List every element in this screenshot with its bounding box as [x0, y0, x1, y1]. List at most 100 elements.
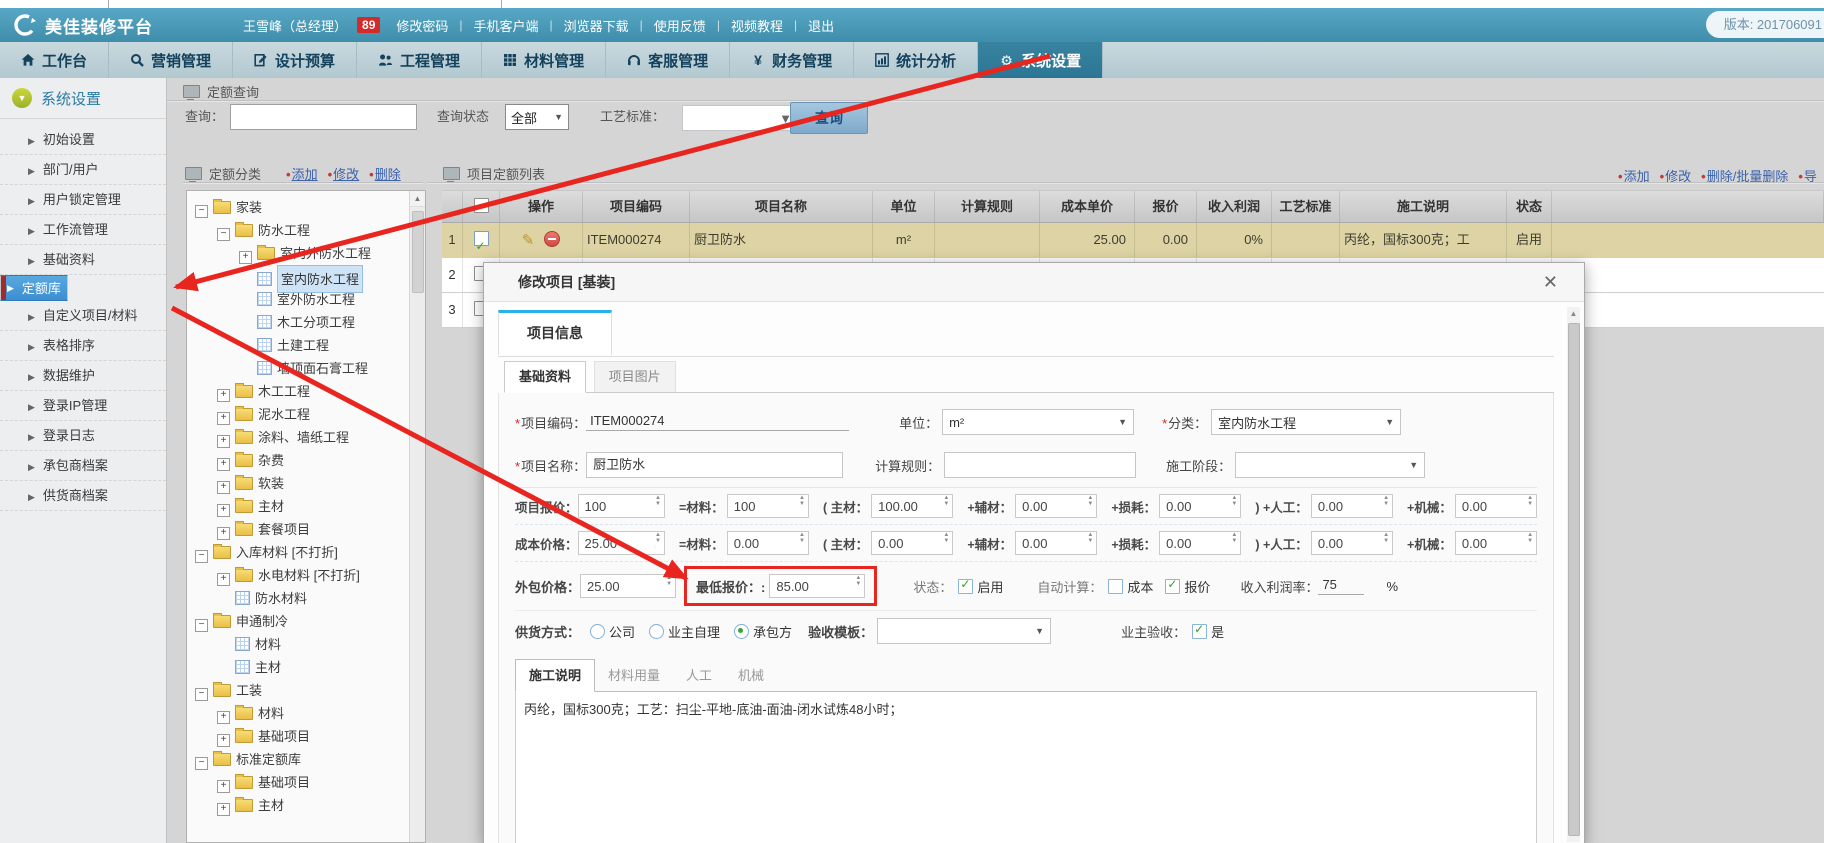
tree-node-label[interactable]: 家装	[236, 200, 262, 215]
tree-node[interactable]: − 标准定额库	[187, 748, 410, 771]
tree-node-label[interactable]: 基础项目	[258, 775, 310, 790]
desc-tab[interactable]: 材料用量	[595, 660, 673, 691]
tree-node-label[interactable]: 涂料、墙纸工程	[258, 430, 349, 445]
tree-node-label[interactable]: 软装	[258, 476, 284, 491]
number-stepper[interactable]: 0.00▲▼	[1015, 494, 1097, 518]
search-button[interactable]: 查询	[790, 102, 868, 134]
sidebar-item[interactable]: ▶登录IP管理	[0, 391, 166, 421]
spinner-arrows-icon[interactable]: ▲▼	[655, 533, 661, 544]
tree-node[interactable]: 木工分项工程	[187, 311, 410, 334]
spinner-arrows-icon[interactable]: ▲▼	[799, 496, 805, 507]
collapse-icon[interactable]: −	[195, 688, 208, 701]
sidebar-item[interactable]: ▶部门/用户	[0, 155, 166, 185]
tree-node[interactable]: − 家装	[187, 196, 410, 219]
tree-scrollbar[interactable]: ▲	[409, 191, 425, 842]
nav-tab[interactable]: 客服管理	[606, 42, 730, 78]
select-all-checkbox[interactable]	[474, 198, 489, 213]
subtab-basic-info[interactable]: 基础资料	[504, 361, 586, 393]
tree-node[interactable]: 墙顶面石膏工程	[187, 357, 410, 380]
tree-node[interactable]: +涂料、墙纸工程	[187, 426, 410, 449]
profit-rate-input[interactable]: 75	[1318, 577, 1364, 595]
tree-node-label[interactable]: 木工工程	[258, 384, 310, 399]
tree-node[interactable]: +水电材料 [不打折]	[187, 564, 410, 587]
sidebar-item[interactable]: ▶表格排序	[0, 331, 166, 361]
number-stepper[interactable]: 0.00▲▼	[1015, 531, 1097, 555]
tree-node[interactable]: +主材	[187, 794, 410, 817]
accept-template-select[interactable]: ▼	[877, 618, 1051, 644]
tree-node-label[interactable]: 木工分项工程	[277, 315, 355, 330]
tree-node-label[interactable]: 标准定额库	[236, 752, 301, 767]
tree-node[interactable]: − 申通制冷	[187, 610, 410, 633]
number-stepper[interactable]: 0.00▲▼	[1311, 494, 1393, 518]
nav-tab[interactable]: 营销管理	[109, 42, 233, 78]
tree-node-label[interactable]: 主材	[258, 499, 284, 514]
craft-select[interactable]: ▼	[682, 105, 799, 131]
sidebar-header[interactable]: ▼ 系统设置	[0, 78, 166, 119]
dialog-scrollbar-thumb[interactable]	[1568, 323, 1580, 836]
radio-icon[interactable]	[649, 624, 664, 639]
tree-node-label[interactable]: 室外防水工程	[277, 292, 355, 307]
spinner-arrows-icon[interactable]: ▲▼	[655, 496, 661, 507]
top-link[interactable]: 使用反馈	[654, 16, 706, 35]
number-stepper[interactable]: 0.00▲▼	[1455, 494, 1537, 518]
spinner-arrows-icon[interactable]: ▲▼	[1383, 496, 1389, 507]
tree-node[interactable]: 土建工程	[187, 334, 410, 357]
sidebar-item[interactable]: ▶数据维护	[0, 361, 166, 391]
sidebar-item[interactable]: ▶定额库	[0, 275, 68, 301]
close-icon[interactable]: ✕	[1543, 272, 1558, 293]
category-select[interactable]: 室内防水工程▼	[1211, 409, 1401, 435]
tree-node[interactable]: +杂费	[187, 449, 410, 472]
checkbox-icon[interactable]	[1108, 579, 1123, 594]
expand-icon[interactable]: +	[217, 711, 230, 724]
nav-tab[interactable]: 材料管理	[482, 42, 606, 78]
tree-node-label[interactable]: 泥水工程	[258, 407, 310, 422]
top-link[interactable]: 修改密码	[396, 16, 448, 35]
outsource-price-stepper[interactable]: 25.00▲▼	[580, 574, 676, 598]
tree-node[interactable]: +套餐项目	[187, 518, 410, 541]
spinner-arrows-icon[interactable]: ▲▼	[855, 576, 861, 587]
collapse-icon[interactable]: −	[195, 205, 208, 218]
spinner-arrows-icon[interactable]: ▲▼	[1087, 533, 1093, 544]
spinner-arrows-icon[interactable]: ▲▼	[1231, 496, 1237, 507]
tree-node[interactable]: +主材	[187, 495, 410, 518]
collapse-icon[interactable]: −	[217, 228, 230, 241]
expand-icon[interactable]: +	[217, 412, 230, 425]
top-link[interactable]: 手机客户端	[474, 16, 539, 35]
tree-node[interactable]: 材料	[187, 633, 410, 656]
spinner-arrows-icon[interactable]: ▲▼	[943, 496, 949, 507]
desc-tab[interactable]: 机械	[725, 660, 777, 691]
number-stepper[interactable]: 100▲▼	[578, 494, 665, 518]
subtab-project-image[interactable]: 项目图片	[594, 361, 676, 392]
spinner-arrows-icon[interactable]: ▲▼	[666, 576, 672, 587]
collapse-icon[interactable]: −	[195, 550, 208, 563]
tree-node[interactable]: 室外防水工程	[187, 288, 410, 311]
stage-select[interactable]: ▼	[1235, 452, 1425, 478]
number-stepper[interactable]: 0.00▲▼	[1159, 494, 1241, 518]
radio-contractor[interactable]: 承包方	[734, 622, 792, 641]
status-checkbox[interactable]: 启用	[958, 577, 1003, 596]
number-stepper[interactable]: 25.00▲▼	[578, 531, 665, 555]
tree-node-label[interactable]: 防水材料	[255, 591, 307, 606]
nav-tab[interactable]: 工程管理	[357, 42, 482, 78]
tree-node-label[interactable]: 申通制冷	[236, 614, 288, 629]
expand-icon[interactable]: +	[217, 780, 230, 793]
desc-tab[interactable]: 施工说明	[515, 659, 595, 692]
scroll-up-icon[interactable]: ▲	[1567, 307, 1580, 320]
top-link[interactable]: 浏览器下载	[564, 16, 629, 35]
collapse-icon[interactable]: −	[195, 619, 208, 632]
tree-node[interactable]: + 泥水工程	[187, 403, 410, 426]
action-link[interactable]: •添加	[286, 164, 318, 183]
dialog-scrollbar[interactable]: ▲	[1567, 307, 1580, 842]
tree-node[interactable]: +基础项目	[187, 725, 410, 748]
spinner-arrows-icon[interactable]: ▲▼	[799, 533, 805, 544]
top-link[interactable]: 视频教程	[731, 16, 783, 35]
spinner-arrows-icon[interactable]: ▲▼	[1527, 533, 1533, 544]
collapse-icon[interactable]: −	[195, 757, 208, 770]
spinner-arrows-icon[interactable]: ▲▼	[1231, 533, 1237, 544]
tab-project-info[interactable]: 项目信息	[498, 310, 612, 355]
expand-icon[interactable]: +	[217, 458, 230, 471]
min-quote-stepper[interactable]: 85.00▲▼	[769, 574, 865, 598]
construction-description[interactable]: 丙纶，国标300克；工艺：扫尘-平地-底油-面油-闭水试炼48小时；	[515, 692, 1537, 843]
radio-owner-self[interactable]: 业主自理	[649, 622, 720, 641]
tree-node[interactable]: +软装	[187, 472, 410, 495]
